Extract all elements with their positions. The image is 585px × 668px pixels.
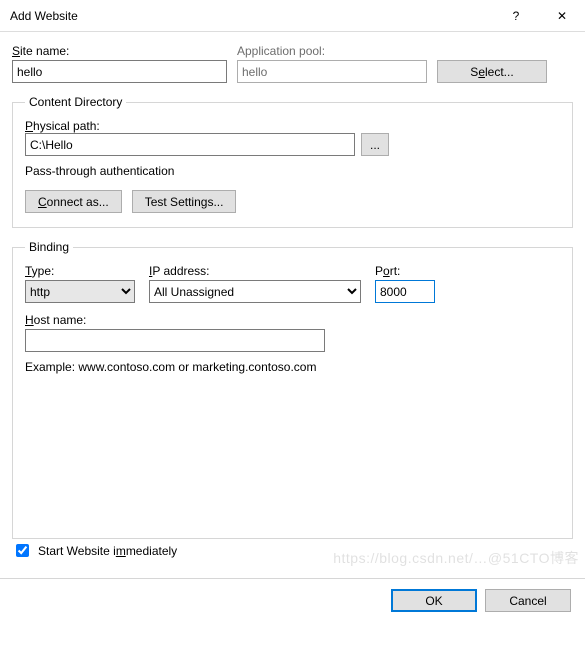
cancel-button[interactable]: Cancel <box>485 589 571 612</box>
content-directory-legend: Content Directory <box>25 95 126 109</box>
physical-path-input[interactable] <box>25 133 355 156</box>
binding-host-label: Host name: <box>25 313 560 327</box>
select-app-pool-button[interactable]: Select... <box>437 60 547 83</box>
binding-host-example: Example: www.contoso.com or marketing.co… <box>25 360 560 374</box>
binding-ip-select[interactable]: All Unassigned <box>149 280 361 303</box>
binding-type-label: Type: <box>25 264 135 278</box>
binding-ip-label: IP address: <box>149 264 361 278</box>
site-name-input[interactable] <box>12 60 227 83</box>
content-directory-group: Content Directory Physical path: ... Pas… <box>12 95 573 228</box>
pass-through-auth-label: Pass-through authentication <box>25 164 560 178</box>
start-immediately-checkbox[interactable] <box>16 544 29 557</box>
dialog-body: Site name: Application pool: Select... C… <box>0 32 585 539</box>
titlebar: Add Website ? ✕ <box>0 0 585 32</box>
app-pool-input <box>237 60 427 83</box>
binding-legend: Binding <box>25 240 73 254</box>
site-pool-row: Site name: Application pool: Select... <box>12 44 573 83</box>
app-pool-label: Application pool: <box>237 44 427 58</box>
start-immediately-label: Start Website immediately <box>38 544 177 558</box>
binding-group: Binding Type: http IP address: All Unass… <box>12 240 573 539</box>
start-immediately-row: Start Website immediately <box>0 539 585 570</box>
browse-path-button[interactable]: ... <box>361 133 389 156</box>
binding-port-label: Port: <box>375 264 435 278</box>
binding-port-input[interactable] <box>375 280 435 303</box>
binding-type-select[interactable]: http <box>25 280 135 303</box>
help-button[interactable]: ? <box>493 0 539 32</box>
test-settings-button[interactable]: Test Settings... <box>132 190 237 213</box>
binding-host-input[interactable] <box>25 329 325 352</box>
dialog-footer: OK Cancel <box>0 579 585 626</box>
site-name-label: Site name: <box>12 44 227 58</box>
window-title: Add Website <box>10 9 493 23</box>
connect-as-button[interactable]: Connect as... <box>25 190 122 213</box>
physical-path-label: Physical path: <box>25 119 100 133</box>
ok-button[interactable]: OK <box>391 589 477 612</box>
close-button[interactable]: ✕ <box>539 0 585 32</box>
